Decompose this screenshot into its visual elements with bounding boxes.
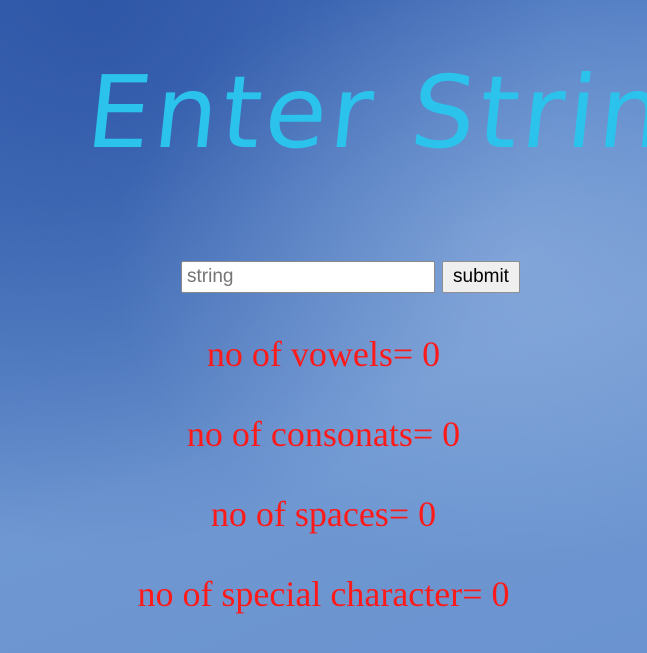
vowel-count: no of vowels= 0 xyxy=(206,334,441,374)
page-title: Enter String xyxy=(81,54,647,171)
results-panel: no of vowels= 0 no of consonats= 0 no of… xyxy=(0,330,647,650)
submit-button[interactable]: submit xyxy=(442,261,520,293)
consonant-count: no of consonats= 0 xyxy=(186,414,461,454)
string-input[interactable] xyxy=(181,261,435,293)
string-form: submit xyxy=(181,261,520,293)
special-character-count: no of special character= 0 xyxy=(137,574,510,614)
space-count: no of spaces= 0 xyxy=(210,494,437,534)
